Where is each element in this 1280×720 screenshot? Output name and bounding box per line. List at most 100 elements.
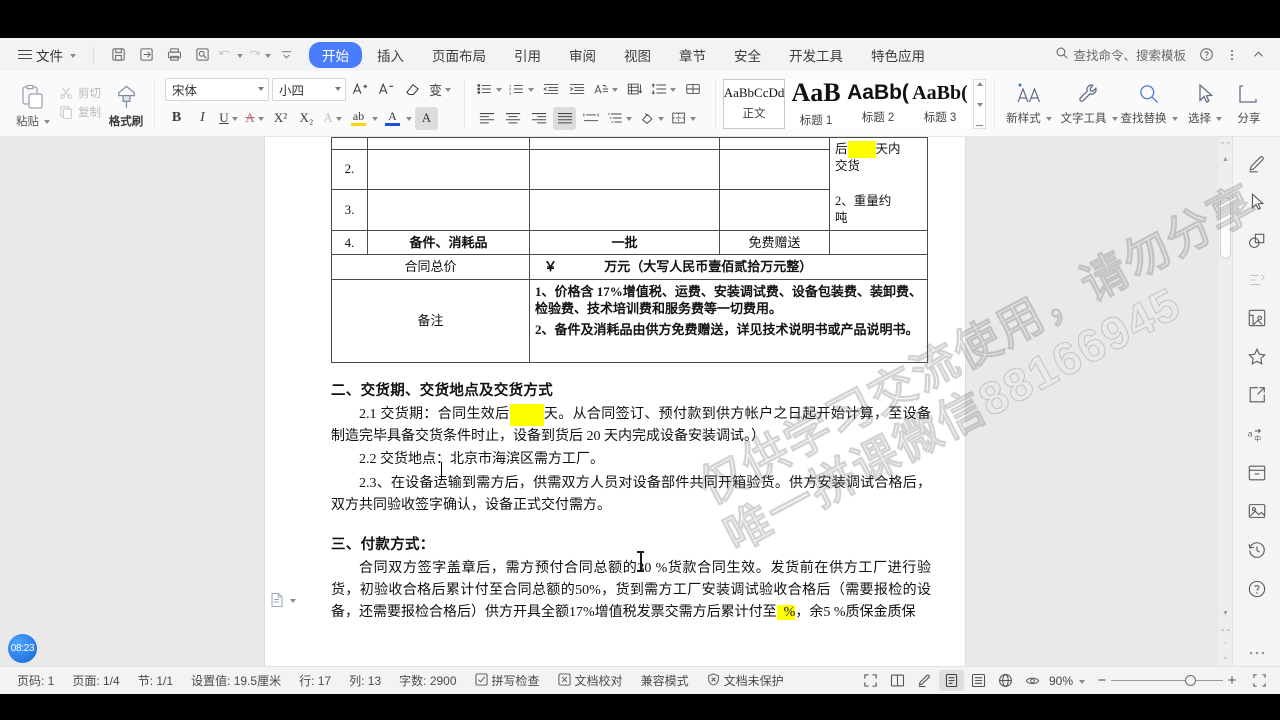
increase-indent-icon[interactable] xyxy=(565,78,588,101)
search-command-box[interactable]: 查找命令、搜索模板 xyxy=(1049,43,1192,66)
status-spell-check[interactable]: 拼写检查 xyxy=(466,672,549,689)
font-family-select[interactable]: 宋体 xyxy=(165,77,269,101)
document-vertical-scrollbar[interactable]: ⌃⌃ ▲ ▼ ⌄⌄ ▫ ⌄ xyxy=(1219,137,1232,666)
new-style-button[interactable]: 新样式 xyxy=(999,71,1059,136)
status-setting-value[interactable]: 设置值: 19.5厘米 xyxy=(182,672,290,689)
share-button[interactable]: 分享 xyxy=(1231,71,1267,136)
shading-icon[interactable] xyxy=(637,107,666,130)
tab-view[interactable]: 视图 xyxy=(611,42,664,68)
align-justify-icon[interactable] xyxy=(553,106,577,130)
two-page-icon[interactable] xyxy=(885,670,910,691)
select-button[interactable]: 选择 xyxy=(1179,71,1231,136)
table-row-remark[interactable]: 备注 1、价格含 17%增值税、运费、安装调试费、设备包装费、装卸费、检验费、技… xyxy=(331,278,928,364)
print-layout-icon[interactable] xyxy=(938,670,964,691)
fullscreen-icon[interactable] xyxy=(858,670,883,691)
zoom-track[interactable] xyxy=(1111,674,1223,686)
save-as-icon[interactable] xyxy=(133,43,159,67)
document-page[interactable]: 后 天内 交货 2、重量约 吨 2. 3. 4. 备件、消耗品 一批 免费赠送 … xyxy=(265,137,965,666)
history-icon[interactable] xyxy=(1242,537,1272,563)
cursor-arrow-icon[interactable] xyxy=(1242,190,1272,216)
fit-page-icon[interactable] xyxy=(1247,670,1272,691)
text-tools-button[interactable]: 文字工具 xyxy=(1059,71,1119,136)
tab-security[interactable]: 安全 xyxy=(721,42,774,68)
find-replace-button[interactable]: 查找替换 xyxy=(1119,71,1179,136)
edit-pen-icon[interactable] xyxy=(912,670,937,691)
collapse-ribbon-icon[interactable] xyxy=(1246,44,1270,66)
undo-icon[interactable] xyxy=(217,43,243,67)
status-proofread[interactable]: 文档校对 xyxy=(549,672,632,689)
print-icon[interactable] xyxy=(161,43,187,67)
text-convert-icon[interactable]: a中 xyxy=(1242,421,1272,447)
clear-formatting-icon[interactable] xyxy=(401,78,424,101)
zoom-out-button[interactable]: − xyxy=(1093,672,1111,689)
italic-button[interactable]: I xyxy=(191,107,214,130)
status-section[interactable]: 节: 1/1 xyxy=(129,672,182,689)
scroll-up-icon[interactable] xyxy=(976,81,983,86)
font-size-select[interactable]: 小四 xyxy=(272,77,346,101)
file-menu-button[interactable]: 文件 xyxy=(12,42,82,68)
help-icon[interactable] xyxy=(1194,44,1218,66)
tab-review[interactable]: 审阅 xyxy=(556,42,609,68)
line-spacing-icon[interactable] xyxy=(649,78,678,101)
align-right-icon[interactable] xyxy=(527,107,550,130)
scroll-up-icon[interactable]: ▲ xyxy=(1220,153,1231,165)
zoom-in-button[interactable]: + xyxy=(1223,672,1241,689)
more-dots-icon[interactable] xyxy=(1242,640,1272,666)
decrease-indent-icon[interactable] xyxy=(539,78,562,101)
font-color-button[interactable]: A xyxy=(381,107,404,130)
sort-icon[interactable] xyxy=(623,78,646,101)
strikethrough-button[interactable]: A xyxy=(243,107,266,130)
table-row-total[interactable]: 合同总价 ￥ 万元（大写人民币壹佰贰拾万元整） xyxy=(331,254,928,280)
paste-options-button[interactable] xyxy=(270,592,296,608)
align-center-icon[interactable] xyxy=(501,107,524,130)
customize-quick-access-icon[interactable] xyxy=(273,43,299,67)
status-compat-mode[interactable]: 兼容模式 xyxy=(632,672,698,689)
tab-insert[interactable]: 插入 xyxy=(364,42,417,68)
status-protection[interactable]: 文档未保护 xyxy=(698,672,793,689)
status-page-number[interactable]: 页码: 1 xyxy=(8,672,63,689)
align-left-icon[interactable] xyxy=(475,107,498,130)
paragraph-3-1[interactable]: 合同双方签字盖章后，需方预付合同总额的30 %货款合同生效。发货前在供方工厂进行… xyxy=(331,558,931,624)
pinyin-guide-button[interactable]: 变 xyxy=(427,78,453,101)
tab-page-layout[interactable]: 页面布局 xyxy=(419,42,499,68)
grow-font-button[interactable] xyxy=(349,78,372,101)
table-row[interactable]: 4. 备件、消耗品 一批 免费赠送 xyxy=(331,229,928,256)
copy-button[interactable]: 复制 xyxy=(57,104,101,120)
chevron-down-icon[interactable] xyxy=(290,599,296,603)
web-view-icon[interactable] xyxy=(993,670,1018,691)
style-card-heading3[interactable]: AaBb( 标题 3 xyxy=(909,78,972,129)
translate-faint-icon[interactable] xyxy=(1242,267,1272,293)
multilevel-list-icon[interactable] xyxy=(605,107,634,130)
tab-references[interactable]: 引用 xyxy=(501,42,554,68)
bold-button[interactable]: B xyxy=(165,107,188,130)
character-border-button[interactable]: A xyxy=(321,107,344,130)
zoom-slider[interactable]: − + xyxy=(1089,672,1245,689)
photo-gallery-icon[interactable] xyxy=(1242,305,1272,331)
style-card-body[interactable]: AaBbCcDd 正文 xyxy=(723,78,786,129)
contract-table[interactable]: 后 天内 交货 2、重量约 吨 2. 3. 4. 备件、消耗品 一批 免费赠送 … xyxy=(331,137,928,364)
tab-featured-apps[interactable]: 特色应用 xyxy=(858,42,938,68)
more-styles-icon[interactable] xyxy=(976,124,984,126)
redo-icon[interactable] xyxy=(245,43,271,67)
tab-sections[interactable]: 章节 xyxy=(666,42,719,68)
highlight-button[interactable]: ab xyxy=(347,107,370,130)
more-vertical-icon[interactable] xyxy=(1220,44,1244,66)
format-painter-button[interactable]: 格式刷 xyxy=(103,79,149,129)
print-preview-icon[interactable] xyxy=(189,43,215,67)
scroll-next-page-icon[interactable]: ⌄⌄ xyxy=(1220,623,1232,635)
cut-button[interactable]: 剪切 xyxy=(57,85,101,101)
distribute-icon[interactable] xyxy=(579,107,602,130)
paragraph-2-2[interactable]: 2.2 交货地点：北京市海滨区需方工厂。 xyxy=(331,449,931,471)
table-row[interactable]: 后 天内 交货 2、重量约 吨 xyxy=(331,137,928,231)
status-column[interactable]: 列: 13 xyxy=(340,672,390,689)
superscript-button[interactable]: X² xyxy=(269,107,292,130)
underline-button[interactable]: U xyxy=(217,107,240,130)
bullet-list-icon[interactable] xyxy=(475,78,504,101)
shrink-font-button[interactable] xyxy=(375,78,398,101)
star-favorite-icon[interactable] xyxy=(1242,344,1272,370)
numbered-list-icon[interactable]: 123 xyxy=(507,78,536,101)
subscript-button[interactable]: X₂ xyxy=(295,107,318,130)
status-line[interactable]: 行: 17 xyxy=(290,672,340,689)
scroll-end-icon[interactable]: ⌄ xyxy=(1220,651,1231,663)
image-insert-icon[interactable] xyxy=(1242,498,1272,524)
